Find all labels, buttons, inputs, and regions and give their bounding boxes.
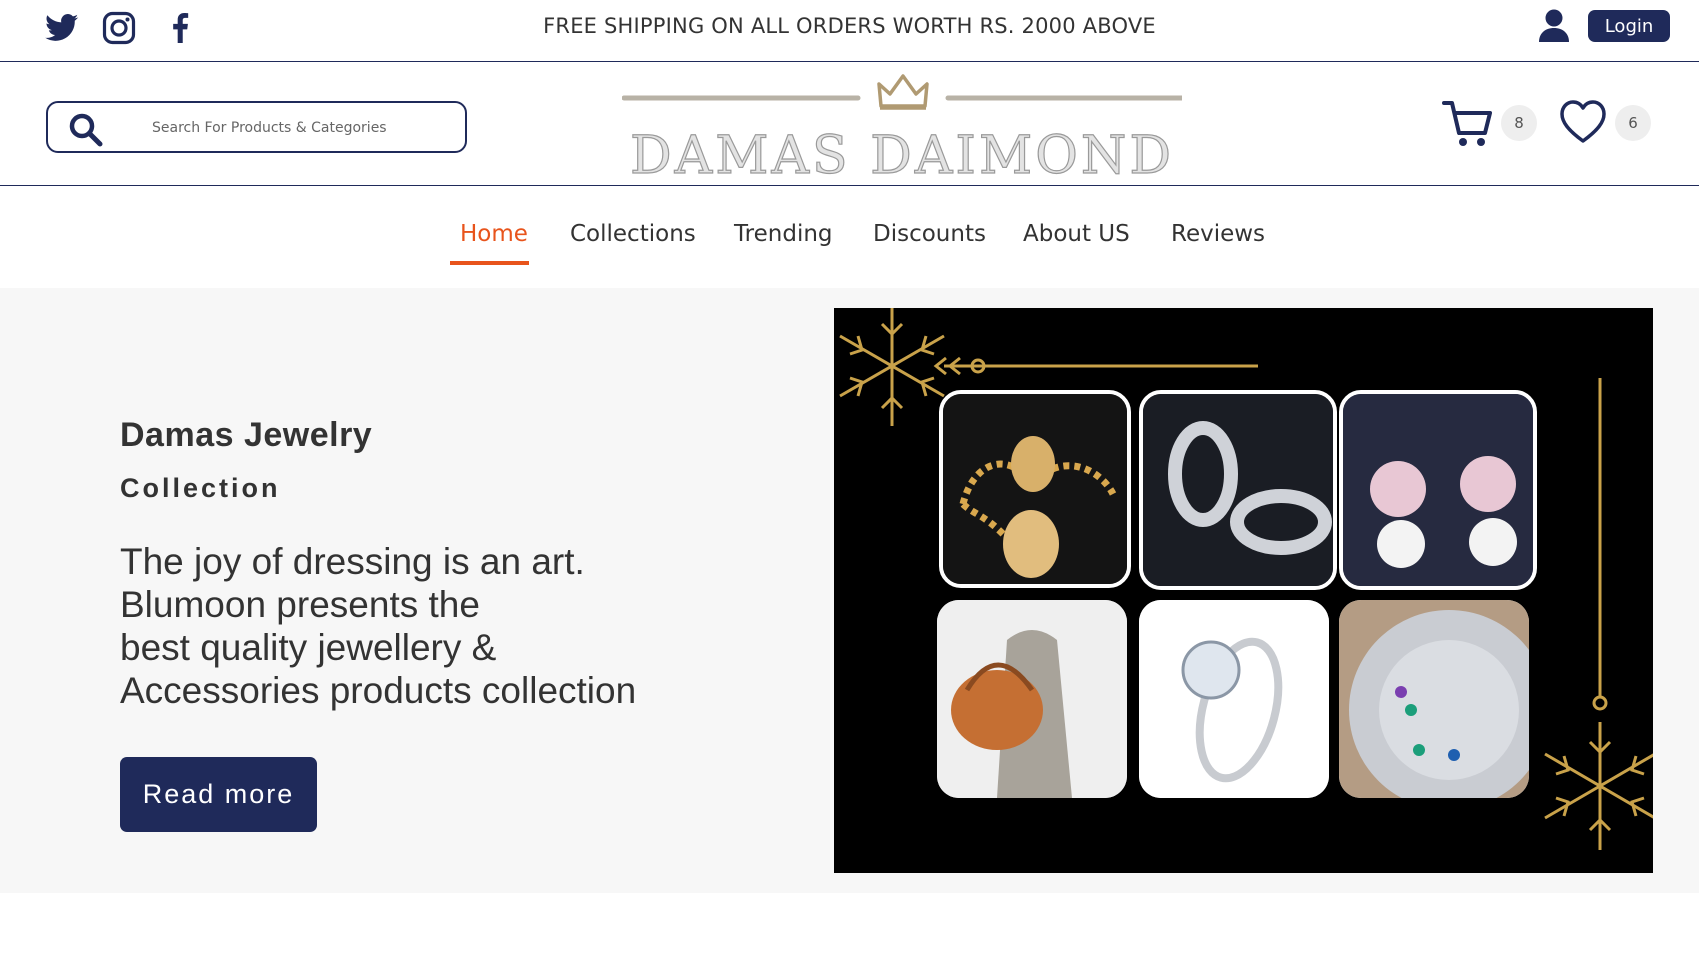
- active-nav-underline: [450, 261, 529, 265]
- hero-title: Damas Jewelry: [120, 416, 373, 454]
- nav-trending[interactable]: Trending: [734, 221, 833, 247]
- logo-text: DAMAS DAIMOND: [629, 125, 1175, 186]
- user-icon[interactable]: [1537, 8, 1571, 47]
- wishlist-count-badge: 6: [1615, 105, 1651, 141]
- hero-subtitle: Collection: [120, 473, 281, 503]
- hero-line: best quality jewellery &: [120, 627, 497, 668]
- search-input[interactable]: [152, 115, 452, 141]
- hero-section: Damas Jewelry Collection The joy of dres…: [0, 288, 1699, 893]
- main-nav: Home Collections Trending Discounts Abou…: [0, 187, 1699, 288]
- cart-count-badge: 8: [1501, 105, 1537, 141]
- nav-home[interactable]: Home: [460, 221, 528, 247]
- nav-collections[interactable]: Collections: [570, 221, 696, 247]
- diamond-ring-tile[interactable]: [1139, 600, 1329, 798]
- nav-discounts[interactable]: Discounts: [873, 221, 986, 247]
- cart-icon[interactable]: [1442, 98, 1494, 155]
- login-button[interactable]: Login: [1588, 10, 1670, 42]
- handbag-tile[interactable]: [937, 600, 1127, 798]
- pearl-earrings-tile[interactable]: [1339, 390, 1537, 590]
- header: DAMAS DAIMOND 8 6: [0, 62, 1699, 187]
- hero-line: Blumoon presents the: [120, 584, 480, 625]
- hero-line: Accessories products collection: [120, 670, 637, 711]
- silver-hoop-earrings-tile[interactable]: [1139, 390, 1337, 590]
- hero-line: The joy of dressing is an art.: [120, 541, 585, 582]
- hero-description: The joy of dressing is an art. Blumoon p…: [120, 540, 760, 712]
- shipping-promo: FREE SHIPPING ON ALL ORDERS WORTH RS. 20…: [543, 14, 1156, 38]
- necklace-tray-tile[interactable]: [1339, 600, 1529, 798]
- brand-logo[interactable]: DAMAS DAIMOND: [622, 68, 1182, 187]
- top-bar: FREE SHIPPING ON ALL ORDERS WORTH RS. 20…: [0, 0, 1699, 62]
- heart-icon[interactable]: [1560, 100, 1606, 151]
- gold-bracelet-tile[interactable]: [939, 390, 1131, 588]
- read-more-button[interactable]: Read more: [120, 757, 317, 832]
- nav-reviews[interactable]: Reviews: [1171, 221, 1265, 247]
- jewelry-collage-image: [834, 308, 1653, 873]
- search-icon[interactable]: [68, 112, 104, 153]
- nav-about-us[interactable]: About US: [1023, 221, 1130, 247]
- search-bar: [46, 101, 467, 153]
